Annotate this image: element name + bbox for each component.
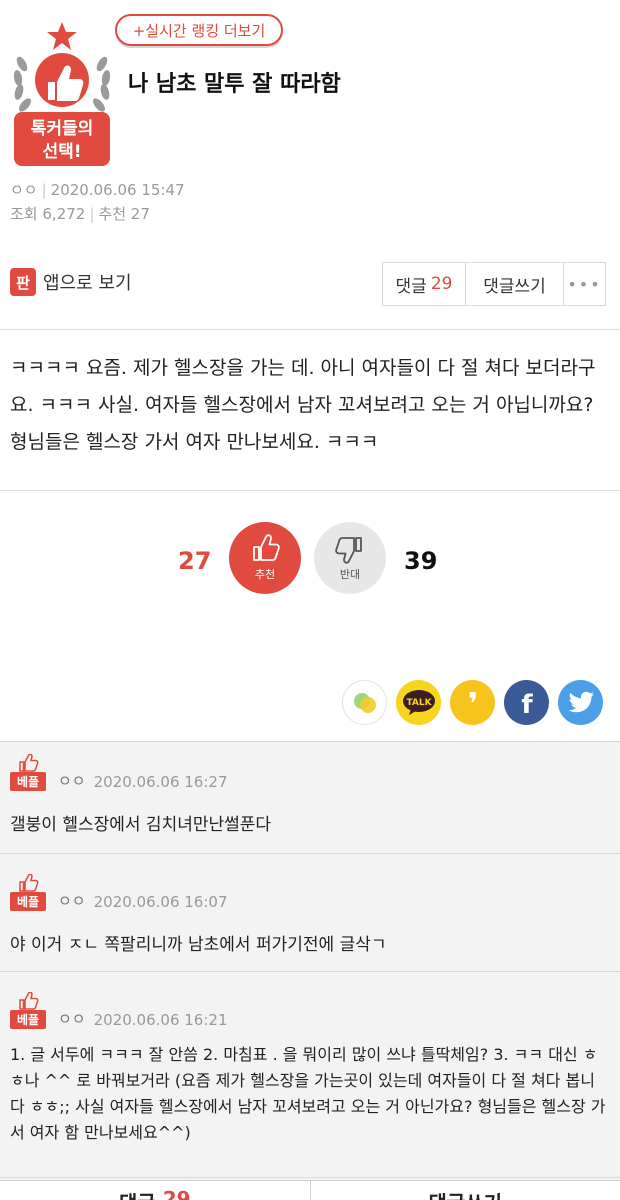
thumbs-down-icon [335,537,362,564]
vote-down-count: 39 [404,547,438,575]
recommend-button[interactable]: 추천 [229,522,301,594]
bottom-comments-label: 댓글 [119,1187,156,1200]
bottom-comments-button[interactable]: 댓글 29 [0,1181,310,1200]
laurel-thumb-icon: 톡커들의 선택! [13,22,111,166]
comments-count: 29 [430,274,453,294]
app-view-link[interactable]: 판 앱으로 보기 [10,268,132,296]
post-actions: 댓글 29 댓글쓰기 ••• [382,262,606,306]
facebook-label: f [521,690,533,718]
oppose-button[interactable]: 반대 [314,522,386,594]
best-label: 베플 [10,892,46,911]
comment-datetime: 2020.06.06 16:21 [93,1011,228,1029]
write-comment-button[interactable]: 댓글쓰기 [465,263,563,305]
comment-text: 1. 글 서두에 ㅋㅋㅋ 잘 안씀 2. 마침표 . 을 뭐이리 많이 쓰냐 틀… [10,1045,606,1142]
twitter-bird-icon [568,691,594,712]
kakaostory-label: ❜ [467,688,477,718]
comment-author: ㅇㅇ [58,892,86,910]
comment-header: 베플 ㅇㅇ 2020.06.06 16:07 [10,874,228,911]
thumbs-up-icon [19,874,39,892]
share-kakaostory-button[interactable]: ❜ [450,680,495,725]
comment-header: 베플 ㅇㅇ 2020.06.06 16:27 [10,754,228,791]
comment-text: 갤붕이 헬스장에서 김치녀만난썰푼다 [10,815,272,835]
oppose-label: 반대 [339,568,361,581]
best-label: 베플 [10,1010,46,1029]
app-view-label: 앱으로 보기 [43,273,132,294]
comment-text: 야 이거 ㅈㄴ 쪽팔리니까 남초에서 퍼가기전에 글삭ㄱ [10,935,387,955]
comment-item: 베플 ㅇㅇ 2020.06.06 16:27 갤붕이 헬스장에서 김치녀만난썰푼… [0,742,620,854]
views-count: 6,272 [42,205,86,223]
share-kakaotalk-button[interactable]: TALK [396,680,441,725]
badge-text-line1: 톡커들의 [31,119,94,139]
line-share-icon [353,692,376,713]
best-label: 베플 [10,772,46,791]
facebook-icon: f [521,690,533,718]
comment-datetime: 2020.06.06 16:27 [93,773,228,791]
best-comment-badge: 베플 [10,874,46,911]
divider [0,329,620,330]
bottom-action-bar: 댓글 29 댓글쓰기 [0,1180,620,1200]
share-facebook-button[interactable]: f [504,680,549,725]
bottom-write-comment-button[interactable]: 댓글쓰기 [309,1181,620,1200]
live-ranking-button[interactable]: +실시간 랭킹 더보기 [115,14,283,46]
post-datetime: 2020.06.06 15:47 [50,181,185,199]
comment-header: 베플 ㅇㅇ 2020.06.06 16:21 [10,992,228,1029]
best-comments: 베플 ㅇㅇ 2020.06.06 16:27 갤붕이 헬스장에서 김치녀만난썰푼… [0,741,620,1200]
best-comment-badge: 베플 [10,754,46,791]
comment-item: 베플 ㅇㅇ 2020.06.06 16:21 1. 글 서두에 ㅋㅋㅋ 잘 안씀… [0,972,620,1178]
comment-author: ㅇㅇ [58,772,86,790]
badge-text-line2: 선택! [42,142,81,162]
post-body: ㅋㅋㅋㅋ 요즘. 제가 헬스장을 가는 데. 아니 여자들이 다 절 쳐다 보더… [10,357,596,453]
recommend-label: 추천 [98,205,127,223]
post-header: 톡커들의 선택! +실시간 랭킹 더보기 나 남초 말투 잘 따라함 ㅇㅇ | 20… [0,0,620,240]
post-meta-author-date: ㅇㅇ | 2020.06.06 15:47 [10,181,185,199]
kakaostory-icon: ❜ [467,688,477,718]
divider [0,490,620,491]
more-button[interactable]: ••• [563,263,605,305]
comments-button[interactable]: 댓글 29 [383,263,465,305]
post-meta-stats: 조회 6,272 | 추천 27 [10,205,150,223]
comment-datetime: 2020.06.06 16:07 [93,893,228,911]
post-author: ㅇㅇ [10,181,38,199]
vote-up-count: 27 [178,547,212,575]
share-twitter-button[interactable] [558,680,603,725]
kakaotalk-icon: TALK [402,689,435,715]
kakaotalk-label: TALK [406,698,432,708]
post-toolbar: 판 앱으로 보기 댓글 29 댓글쓰기 ••• [0,256,620,312]
views-label: 조회 [10,205,38,223]
recommend-count: 27 [130,205,150,223]
best-comment-badge: 베플 [10,992,46,1029]
post-title: 나 남초 말투 잘 따라함 [128,72,341,97]
bottom-comments-count: 29 [162,1187,191,1200]
comment-item: 베플 ㅇㅇ 2020.06.06 16:07 야 이거 ㅈㄴ 쪽팔리니까 남초에… [0,854,620,972]
recommend-label: 추천 [254,568,276,581]
talker-choice-badge: 톡커들의 선택! [8,20,116,170]
thumbs-up-icon [253,534,280,561]
pann-app-icon: 판 [10,268,36,296]
share-buttons: TALK ❜ f [342,680,603,725]
comments-label: 댓글 [395,276,427,297]
thumbs-up-icon [19,754,39,772]
share-line-button[interactable] [342,680,387,725]
thumbs-up-icon [19,992,39,1010]
comment-author: ㅇㅇ [58,1010,86,1028]
